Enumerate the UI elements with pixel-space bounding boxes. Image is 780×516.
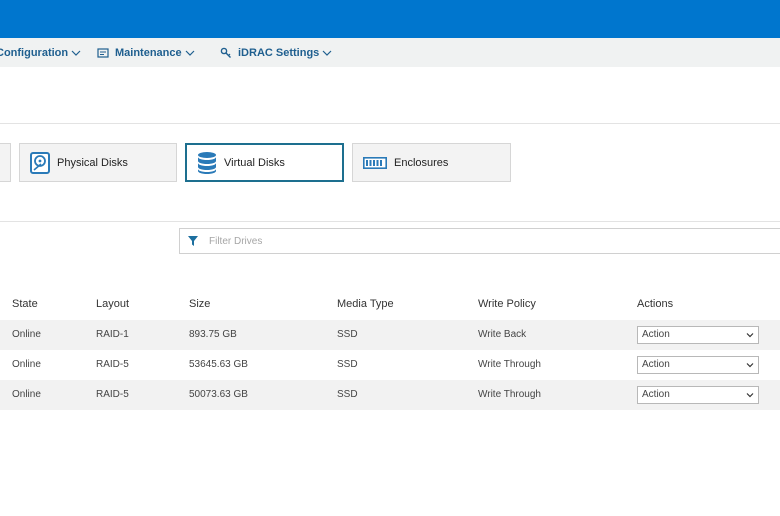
nav-configuration[interactable]: Configuration: [0, 38, 81, 67]
action-select[interactable]: Action: [637, 386, 759, 404]
action-select-value: Action: [642, 359, 670, 370]
chevron-down-icon: [322, 50, 332, 56]
nav-maintenance[interactable]: Maintenance: [97, 38, 195, 67]
chevron-down-icon: [746, 333, 754, 338]
cell-media-type: SSD: [337, 389, 358, 400]
cell-layout: RAID-5: [96, 389, 129, 400]
tab-virtual-disks-label: Virtual Disks: [224, 156, 285, 169]
cell-state: Online: [12, 329, 41, 340]
column-header-size[interactable]: Size: [189, 298, 210, 310]
action-select-value: Action: [642, 389, 670, 400]
chevron-down-icon: [746, 393, 754, 398]
tab-enclosures-label: Enclosures: [394, 156, 449, 169]
nav-configuration-label: Configuration: [0, 46, 69, 59]
cell-write-policy: Write Back: [478, 329, 527, 340]
cell-state: Online: [12, 389, 41, 400]
cell-media-type: SSD: [337, 329, 358, 340]
filter-drives-box[interactable]: [179, 228, 780, 254]
nav-idrac-settings-label: iDRAC Settings: [238, 46, 320, 59]
table-row[interactable]: Online RAID-5 50073.63 GB SSD Write Thro…: [0, 380, 780, 410]
action-select[interactable]: Action: [637, 356, 759, 374]
tab-physical-disks-label: Physical Disks: [57, 156, 128, 169]
column-header-state[interactable]: State: [12, 298, 38, 310]
tab-virtual-disks[interactable]: Virtual Disks: [185, 143, 344, 182]
cell-layout: RAID-5: [96, 359, 129, 370]
column-header-actions: Actions: [637, 298, 674, 310]
tab-overview-partial[interactable]: [0, 143, 11, 182]
column-header-layout[interactable]: Layout: [96, 298, 129, 310]
top-header-bar: [0, 0, 780, 38]
cell-state: Online: [12, 359, 41, 370]
enclosure-icon: [363, 156, 387, 169]
column-header-write-policy[interactable]: Write Policy: [478, 298, 536, 310]
key-icon: [220, 47, 231, 58]
chevron-down-icon: [746, 363, 754, 368]
nav-maintenance-label: Maintenance: [115, 46, 182, 59]
cell-write-policy: Write Through: [478, 389, 541, 400]
cell-media-type: SSD: [337, 359, 358, 370]
cell-size: 893.75 GB: [189, 329, 237, 340]
cell-layout: RAID-1: [96, 329, 129, 340]
divider: [0, 221, 780, 222]
chevron-down-icon: [185, 50, 195, 56]
divider: [0, 123, 780, 124]
tab-enclosures[interactable]: Enclosures: [352, 143, 511, 182]
hard-disk-icon: [30, 151, 50, 174]
filter-drives-input[interactable]: [209, 231, 709, 251]
action-select-value: Action: [642, 329, 670, 340]
action-select[interactable]: Action: [637, 326, 759, 344]
idrac-storage-page: Configuration Maintenance iDRAC Settings: [0, 0, 780, 516]
maintenance-icon: [97, 47, 109, 58]
main-nav: Configuration Maintenance iDRAC Settings: [0, 38, 780, 67]
column-header-media-type[interactable]: Media Type: [337, 298, 394, 310]
cell-size: 53645.63 GB: [189, 359, 248, 370]
table-row[interactable]: Online RAID-5 53645.63 GB SSD Write Thro…: [0, 350, 780, 380]
cell-write-policy: Write Through: [478, 359, 541, 370]
database-icon: [198, 151, 216, 174]
table-row[interactable]: Online RAID-1 893.75 GB SSD Write Back A…: [0, 320, 780, 350]
cell-size: 50073.63 GB: [189, 389, 248, 400]
chevron-down-icon: [71, 50, 81, 56]
tab-physical-disks[interactable]: Physical Disks: [19, 143, 177, 182]
nav-idrac-settings[interactable]: iDRAC Settings: [220, 38, 332, 67]
funnel-icon: [188, 236, 198, 246]
